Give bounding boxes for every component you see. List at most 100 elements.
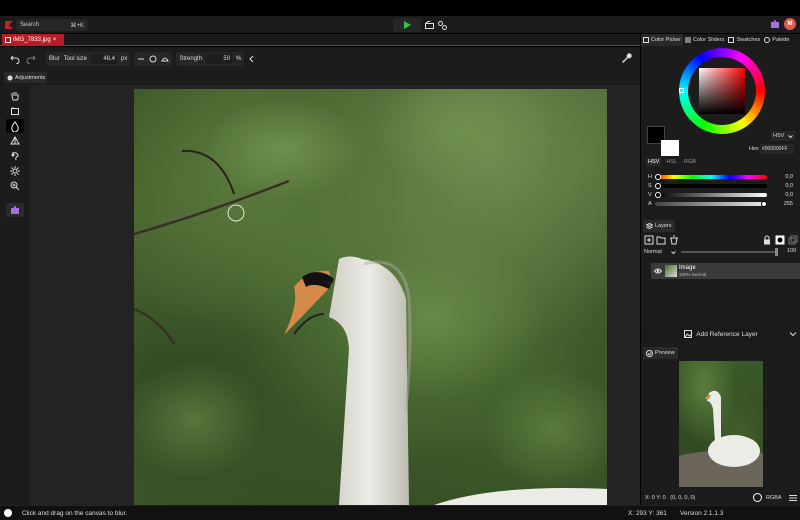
layer-opacity-slider[interactable]: [681, 251, 777, 253]
tab-color-picker[interactable]: Color Picker: [641, 34, 683, 46]
layer-item[interactable]: Image 100% Normal: [651, 263, 800, 279]
layer-opacity-thumb[interactable]: [775, 248, 778, 256]
sample-color-circle[interactable]: [753, 493, 762, 502]
saturation-value[interactable]: 0,0: [767, 183, 793, 189]
menu-icon[interactable]: [789, 494, 797, 502]
crop-icon: [11, 107, 19, 115]
blur-shape-icon[interactable]: [149, 55, 157, 63]
document-tab[interactable]: IMG_7833.jpg ×: [2, 34, 64, 46]
hue-slider-row: H 0,0: [648, 172, 796, 181]
toolbox: [0, 85, 30, 505]
status-message: Click and drag on the canvas to blur.: [22, 510, 128, 517]
adjustments-button[interactable]: Adjustments: [4, 72, 47, 83]
layers-icon: [646, 222, 653, 229]
plugin-tool[interactable]: [6, 203, 24, 217]
hex-label: Hex: [749, 146, 759, 152]
saturation-value-square[interactable]: [699, 68, 745, 114]
preview-thumbnail[interactable]: [679, 361, 763, 487]
node-button[interactable]: [437, 19, 447, 31]
canvas-area[interactable]: [30, 85, 640, 505]
smudge-icon: [11, 152, 19, 161]
document-tab-close[interactable]: ×: [53, 37, 57, 43]
alpha-thumb[interactable]: [761, 200, 767, 207]
blur-icon: [11, 120, 19, 132]
user-avatar[interactable]: M: [784, 18, 796, 30]
tab-preview-label: Preview: [655, 350, 675, 356]
tab-layers[interactable]: Layers: [643, 220, 675, 232]
tool-size-input[interactable]: 48,4: [91, 54, 118, 64]
alpha-slider[interactable]: [655, 200, 767, 207]
search-box[interactable]: Search ⌘+K: [16, 19, 88, 31]
preview-rgba-value: (0, 0, 0, 0): [670, 495, 696, 501]
secondary-color-swatch[interactable]: [661, 140, 679, 156]
mode-tab-hsv[interactable]: HSV: [646, 158, 662, 166]
hex-input[interactable]: #000000FF: [760, 144, 794, 154]
tab-palette-label: Palette: [772, 37, 790, 43]
layer-thumbnail: [665, 265, 677, 277]
alpha-value[interactable]: 255: [767, 201, 793, 207]
smudge-tool[interactable]: [6, 149, 24, 163]
redo-icon[interactable]: [26, 54, 36, 64]
saturation-thumb[interactable]: [655, 182, 661, 189]
color-mode-select[interactable]: HSV: [771, 131, 795, 141]
preview-icon: [646, 349, 653, 357]
lock-icon[interactable]: [762, 235, 772, 245]
app-logo-icon[interactable]: [4, 19, 14, 31]
value-slider[interactable]: [655, 191, 767, 198]
pressure-icon[interactable]: [161, 55, 170, 63]
sharpen-tool[interactable]: [6, 134, 24, 148]
brightness-tool[interactable]: [6, 164, 24, 178]
new-layer-icon[interactable]: [644, 235, 654, 245]
layers-header: Layers: [641, 220, 800, 232]
chevron-left-icon[interactable]: [248, 55, 256, 63]
minus-icon[interactable]: [137, 55, 145, 63]
zoom-tool[interactable]: [6, 179, 24, 193]
preview-xy: X: 0 Y: 0 (0, 0, 0, 0): [645, 495, 695, 501]
hue-thumb[interactable]: [655, 173, 661, 180]
new-folder-icon[interactable]: [656, 235, 666, 245]
hue-marker[interactable]: [679, 88, 684, 93]
tab-color-sliders-label: Color Sliders: [692, 37, 725, 43]
media-button[interactable]: [424, 19, 434, 31]
blend-mode-select[interactable]: Normal: [644, 248, 676, 256]
mask-icon[interactable]: [775, 235, 785, 245]
value-thumb[interactable]: [655, 191, 661, 198]
swan-photo[interactable]: [134, 89, 607, 505]
tab-color-sliders[interactable]: Color Sliders: [683, 34, 726, 46]
value-value[interactable]: 0,0: [767, 192, 793, 198]
play-button[interactable]: [393, 18, 421, 32]
mode-tab-rgb[interactable]: RGB: [682, 158, 698, 166]
preview-color-mode[interactable]: RGBA: [766, 495, 782, 501]
mode-tab-hsl[interactable]: HSL: [664, 158, 679, 166]
puzzle-icon[interactable]: [770, 19, 780, 29]
document-tab-label: IMG_7833.jpg: [13, 37, 51, 43]
layer-name: Image: [679, 265, 696, 271]
hand-tool[interactable]: [6, 89, 24, 103]
tab-preview[interactable]: Preview: [643, 347, 678, 359]
preview-swan-image: [679, 390, 763, 487]
tab-swatches-label: Swatches: [736, 37, 761, 43]
blur-tool[interactable]: [6, 119, 24, 133]
alpha-label: A: [648, 200, 652, 207]
status-bar: Click and drag on the canvas to blur. X:…: [0, 505, 800, 520]
crop-tool[interactable]: [6, 104, 24, 118]
preview-xy-value: X: 0 Y: 0: [645, 495, 666, 501]
wrench-icon[interactable]: [620, 52, 632, 64]
hue-slider[interactable]: [655, 173, 767, 180]
saturation-slider[interactable]: [655, 182, 767, 189]
delete-layer-icon[interactable]: [669, 235, 679, 245]
hue-value[interactable]: 0,0: [767, 174, 793, 180]
add-reference-layer-button[interactable]: Add Reference Layer: [641, 327, 800, 341]
nodes-icon: [437, 20, 447, 30]
tab-swatches[interactable]: Swatches: [726, 34, 762, 46]
palette-icon: [764, 37, 771, 43]
color-wheel[interactable]: [679, 48, 765, 134]
undo-icon[interactable]: [10, 54, 20, 64]
tool-size-label: Tool size: [63, 56, 88, 62]
tab-palette[interactable]: Palette: [762, 34, 791, 46]
strength-input[interactable]: 50: [206, 54, 233, 64]
chevron-down-icon[interactable]: [789, 330, 797, 338]
duplicate-layer-icon[interactable]: [788, 235, 798, 245]
eye-icon[interactable]: [654, 267, 662, 275]
layer-opacity-value[interactable]: 100: [787, 248, 796, 254]
